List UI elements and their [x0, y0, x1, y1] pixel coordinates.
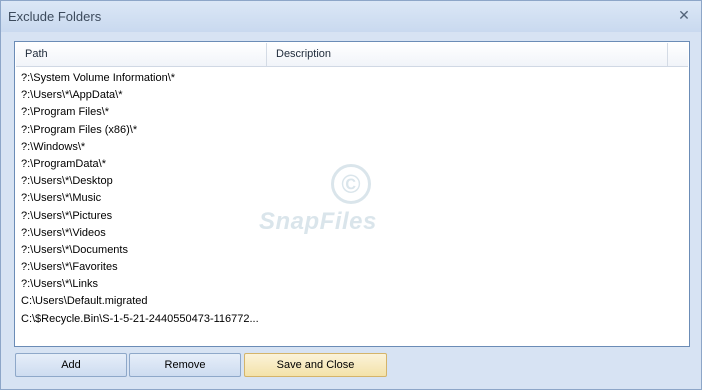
list-header: Path Description — [16, 43, 688, 67]
list-item[interactable]: ?:\Users\*\AppData\* — [21, 87, 681, 104]
exclude-folders-window: Exclude Folders ✕ Path Description ?:\Sy… — [0, 0, 702, 390]
list-item[interactable]: ?:\Windows\* — [21, 139, 681, 156]
save-and-close-button[interactable]: Save and Close — [244, 353, 387, 377]
list-item[interactable]: ?:\Users\*\Videos — [21, 225, 681, 242]
exclude-folders-list[interactable]: Path Description ?:\System Volume Inform… — [14, 41, 690, 347]
column-header-description[interactable]: Description — [267, 43, 668, 66]
list-item[interactable]: ?:\Users\*\Links — [21, 276, 681, 293]
column-header-path[interactable]: Path — [16, 43, 267, 66]
list-item[interactable]: ?:\Users\*\Pictures — [21, 208, 681, 225]
list-item[interactable]: ?:\Users\*\Favorites — [21, 259, 681, 276]
list-item[interactable]: ?:\System Volume Information\* — [21, 70, 681, 87]
list-item[interactable]: ?:\Program Files (x86)\* — [21, 122, 681, 139]
list-item[interactable]: ?:\Program Files\* — [21, 104, 681, 121]
list-item[interactable]: C:\Users\Default.migrated — [21, 293, 681, 310]
remove-button[interactable]: Remove — [129, 353, 241, 377]
title-bar: Exclude Folders ✕ — [1, 1, 701, 32]
window-title: Exclude Folders — [8, 9, 102, 24]
list-rows: ?:\System Volume Information\* ?:\Users\… — [21, 70, 681, 328]
list-item[interactable]: C:\$Recycle.Bin\S-1-5-21-2440550473-1167… — [21, 311, 681, 328]
list-item[interactable]: ?:\Users\*\Music — [21, 190, 681, 207]
list-item[interactable]: ?:\Users\*\Documents — [21, 242, 681, 259]
column-header-filler — [668, 43, 688, 66]
close-icon[interactable]: ✕ — [676, 7, 692, 23]
list-item[interactable]: ?:\ProgramData\* — [21, 156, 681, 173]
list-item[interactable]: ?:\Users\*\Desktop — [21, 173, 681, 190]
add-button[interactable]: Add — [15, 353, 127, 377]
